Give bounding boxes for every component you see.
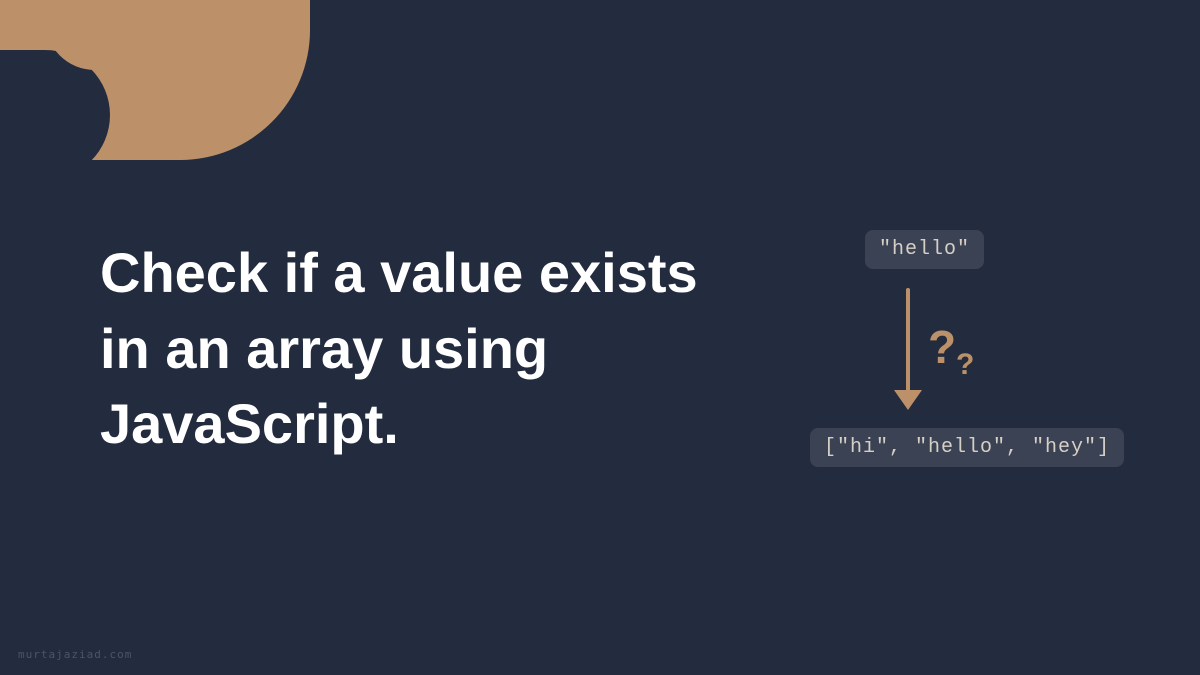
page-title: Check if a value exists in an array usin…: [100, 235, 740, 462]
value-code-badge: "hello": [865, 230, 984, 269]
arrow-down-icon: [906, 288, 910, 396]
arrow-diagram: ? ?: [898, 288, 1018, 418]
question-mark-small-icon: ?: [956, 348, 974, 382]
watermark: murtajaziad.com: [18, 648, 132, 661]
question-mark-icon: ?: [928, 320, 956, 374]
arrow-head-icon: [894, 390, 922, 410]
array-code-badge: ["hi", "hello", "hey"]: [810, 428, 1124, 467]
decorative-blob: [0, 0, 310, 160]
